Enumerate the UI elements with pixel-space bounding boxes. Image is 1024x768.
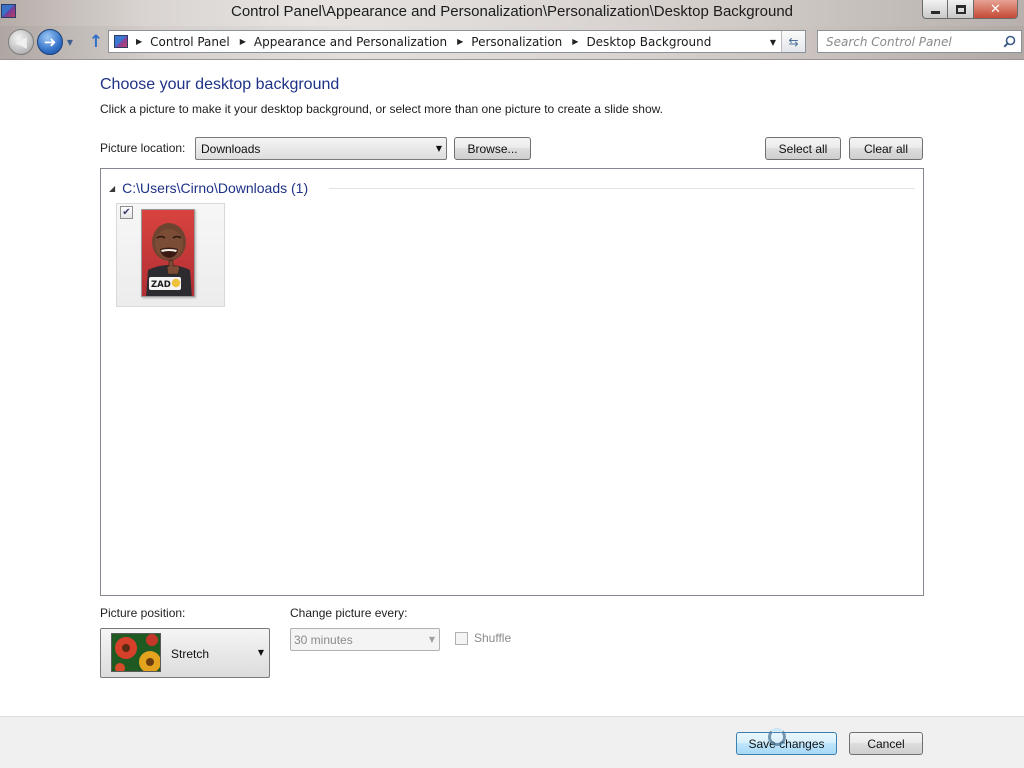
forward-button[interactable]: ➜ [37, 29, 63, 55]
folder-group-label: C:\Users\Cirno\Downloads (1) [122, 180, 309, 196]
breadcrumb-separator-icon[interactable]: ▶ [136, 37, 142, 46]
refresh-button[interactable]: ⇆ [781, 31, 805, 52]
folder-group-header[interactable]: ◢ C:\Users\Cirno\Downloads (1) [109, 179, 308, 197]
picture-location-label: Picture location: [100, 141, 186, 155]
chevron-down-icon: ▼ [257, 648, 264, 657]
window-controls: ✕ [922, 0, 1018, 20]
address-bar[interactable]: ▶ Control Panel ▶ Appearance and Persona… [108, 30, 806, 53]
page-title: Choose your desktop background [100, 76, 340, 93]
picture-checkbox[interactable]: ✔ [120, 206, 133, 219]
up-arrow-icon: ↑ [88, 32, 104, 52]
shuffle-option[interactable]: Shuffle [455, 631, 511, 645]
photo-caption-text: ZAD [151, 280, 171, 290]
minimize-icon [930, 10, 940, 14]
cancel-button[interactable]: Cancel [849, 732, 923, 755]
breadcrumb-desktop-background[interactable]: Desktop Background [586, 35, 711, 49]
navigation-bar: ◀ ➜ ▼ ↑ ▶ Control Panel ▶ Appearance and… [0, 26, 1024, 60]
breadcrumb-personalization[interactable]: Personalization [471, 35, 562, 49]
chevron-down-icon: ▼ [66, 37, 74, 47]
forward-arrow-icon: ➜ [43, 33, 57, 51]
up-button[interactable]: ↑ [88, 32, 104, 52]
picture-list-panel[interactable]: ◢ C:\Users\Cirno\Downloads (1) ✔ ZAD [100, 168, 924, 596]
window-title: Control Panel\Appearance and Personaliza… [230, 3, 794, 20]
recent-pages-dropdown[interactable]: ▼ [65, 36, 75, 48]
picture-position-value: Stretch [171, 647, 210, 661]
chevron-down-icon: ▼ [428, 635, 436, 644]
address-history-dropdown[interactable]: ▼ [767, 36, 779, 48]
search-input[interactable]: Search Control Panel [817, 30, 1022, 53]
back-arrow-icon: ◀ [15, 33, 27, 51]
breadcrumb-appearance[interactable]: Appearance and Personalization [254, 35, 447, 49]
shuffle-checkbox[interactable] [455, 631, 468, 645]
maximize-button[interactable] [948, 0, 974, 19]
busy-cursor-icon [768, 728, 786, 746]
control-panel-icon [114, 35, 128, 48]
search-placeholder[interactable]: Search Control Panel [826, 35, 1001, 49]
breadcrumb-separator-icon[interactable]: ▶ [457, 37, 463, 46]
chevron-down-icon: ▼ [769, 37, 777, 47]
select-all-button[interactable]: Select all [765, 137, 841, 160]
save-changes-button[interactable]: Save changes [736, 732, 837, 755]
checkmark-icon: ✔ [122, 207, 131, 218]
refresh-icon: ⇆ [788, 34, 799, 49]
chevron-down-icon: ▼ [435, 144, 443, 153]
minimize-button[interactable] [922, 0, 948, 19]
clear-all-button[interactable]: Clear all [849, 137, 923, 160]
breadcrumb-separator-icon[interactable]: ▶ [240, 37, 246, 46]
breadcrumb-separator-icon[interactable]: ▶ [572, 37, 578, 46]
change-interval-select[interactable]: 30 minutes ▼ [290, 628, 440, 651]
picture-location-value: Downloads [201, 141, 261, 156]
wallpaper-photo[interactable]: ZAD [141, 209, 195, 297]
breadcrumb-control-panel[interactable]: Control Panel [150, 35, 230, 49]
shuffle-label: Shuffle [474, 631, 512, 645]
maximize-icon [955, 4, 966, 14]
browse-button[interactable]: Browse... [454, 137, 531, 160]
group-divider [329, 188, 915, 189]
title-bar: Control Panel\Appearance and Personaliza… [0, 0, 1024, 26]
close-icon: ✕ [990, 1, 1001, 17]
change-interval-label: Change picture every: [290, 606, 408, 620]
picture-position-select[interactable]: Stretch ▼ [100, 628, 270, 678]
close-button[interactable]: ✕ [974, 0, 1018, 19]
picture-location-select[interactable]: Downloads ▼ [195, 137, 447, 160]
back-button[interactable]: ◀ [8, 29, 34, 55]
picture-thumbnail[interactable]: ✔ ZAD [116, 203, 225, 307]
collapse-triangle-icon[interactable]: ◢ [109, 184, 115, 193]
picture-position-label: Picture position: [100, 606, 186, 620]
page-description: Click a picture to make it your desktop … [100, 102, 663, 116]
change-interval-value: 30 minutes [294, 632, 353, 647]
position-preview-image [111, 633, 161, 672]
search-icon[interactable] [1001, 35, 1017, 48]
